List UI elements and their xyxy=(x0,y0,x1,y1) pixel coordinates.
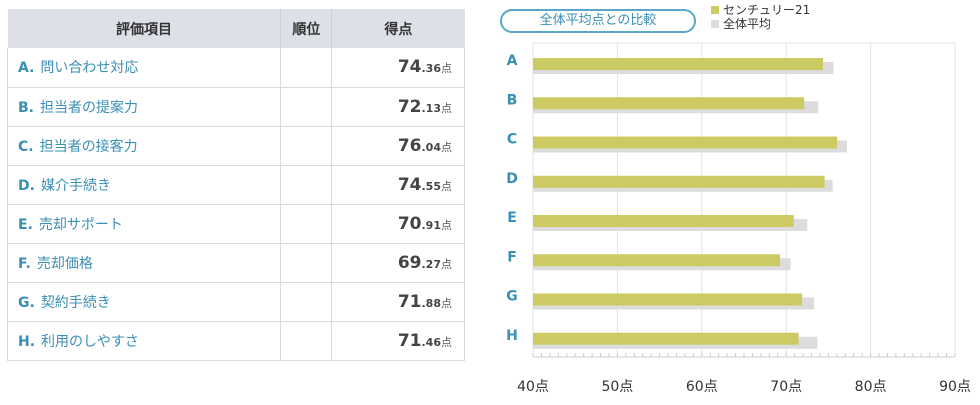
x-tick-label: 60点 xyxy=(686,379,718,395)
x-tick-label: 40点 xyxy=(517,379,549,395)
x-tick-label: 70点 xyxy=(770,379,802,395)
bar-company xyxy=(533,175,825,188)
category-label: B xyxy=(507,92,518,108)
x-tick-label: 50点 xyxy=(601,379,633,395)
category-label: E xyxy=(507,210,517,226)
category-label: D xyxy=(506,171,518,187)
bar-company xyxy=(533,97,805,110)
bar-company xyxy=(533,58,823,70)
category-label: F xyxy=(507,249,517,265)
bar-company xyxy=(533,254,781,267)
x-tick-label: 80点 xyxy=(855,379,887,395)
bar-company xyxy=(533,332,799,345)
plot-frame xyxy=(532,42,956,358)
bar-company xyxy=(533,215,794,227)
category-label: H xyxy=(506,328,518,344)
category-label: C xyxy=(507,132,517,148)
x-tick-label: 90点 xyxy=(939,379,971,395)
bar-company xyxy=(533,136,838,149)
bar-company xyxy=(533,293,803,306)
category-label: A xyxy=(507,53,518,69)
comparison-bar-chart: A B C D E F G H 40点 50点 60点 70点 80点 90点 xyxy=(506,42,971,395)
category-label: G xyxy=(506,289,518,305)
